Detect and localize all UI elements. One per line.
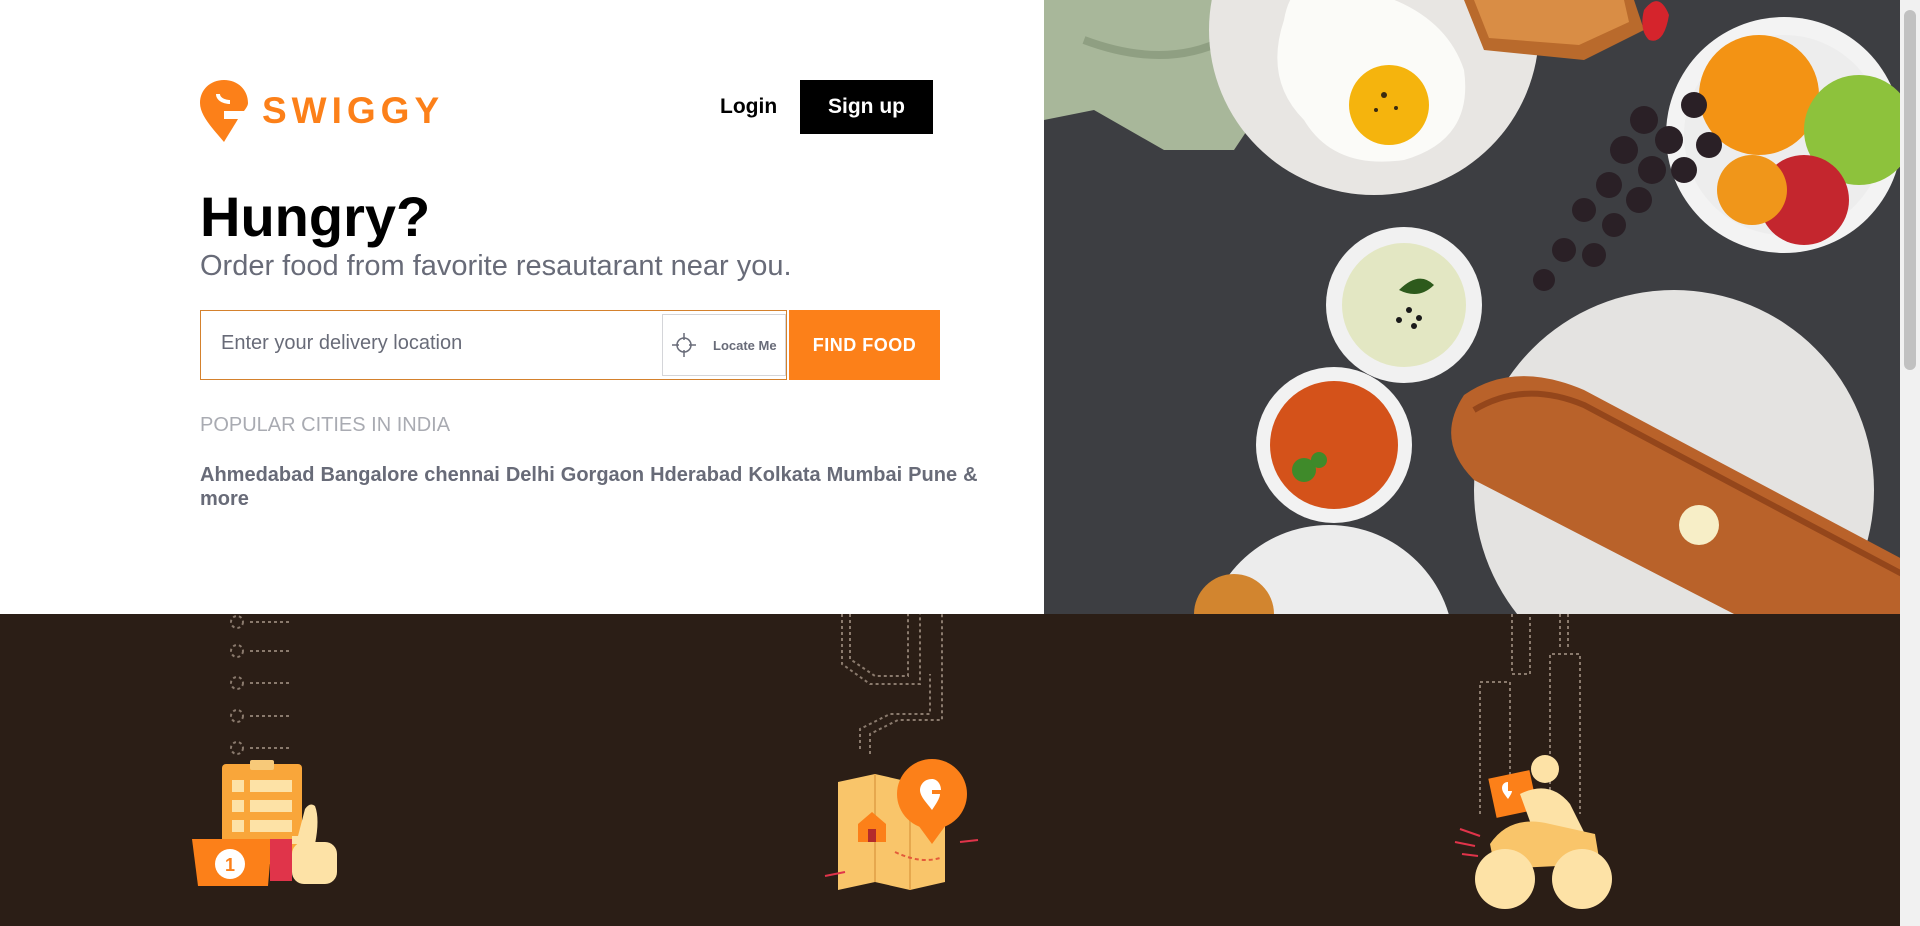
map-location-icon [824, 614, 979, 890]
food-illustration [1044, 0, 1900, 614]
city-link[interactable]: Gorgaon [561, 464, 644, 486]
location-search-box: Locate Me [200, 310, 787, 380]
swiggy-logo[interactable]: SWIGGY [200, 80, 444, 142]
hero-food-image [1044, 0, 1900, 614]
city-link[interactable]: Ahmedabad [200, 464, 314, 486]
locate-me-button[interactable]: Locate Me [662, 314, 786, 376]
delivery-location-input[interactable] [219, 331, 653, 356]
city-link[interactable]: Hderabad [650, 464, 742, 486]
login-link[interactable]: Login [720, 95, 777, 119]
order-thumbs-up-icon: 1 [192, 615, 337, 886]
city-link[interactable]: Bangalore [320, 464, 418, 486]
find-food-button[interactable]: FIND FOOD [789, 310, 940, 380]
city-link[interactable]: chennai [424, 464, 500, 486]
features-section: 1 [0, 614, 1900, 926]
page-title: Hungry? [200, 185, 431, 248]
page-scrollbar[interactable] [1900, 0, 1920, 926]
svg-text:1: 1 [225, 855, 235, 875]
crosshair-icon [672, 333, 696, 357]
city-link[interactable]: Delhi [506, 464, 555, 486]
brand-name: SWIGGY [262, 90, 445, 131]
locate-me-label: Locate Me [713, 337, 777, 353]
hero-section: SWIGGY Login Sign up Hungry? Order food … [0, 0, 1044, 614]
signup-button[interactable]: Sign up [800, 80, 933, 134]
swiggy-logo-icon [200, 80, 248, 142]
popular-cities-list: Ahmedabad Bangalore chennai Delhi Gorgaon Hde… [200, 463, 978, 511]
page-subtitle: Order food from favorite resautarant nea… [200, 250, 792, 282]
city-link[interactable]: Kolkata [748, 464, 820, 486]
scrollbar-thumb[interactable] [1904, 10, 1916, 370]
popular-cities-title: POPULAR CITIES IN INDIA [200, 414, 451, 436]
delivery-scooter-icon [1454, 614, 1612, 909]
city-link[interactable]: Pune [908, 464, 957, 486]
city-link[interactable]: Mumbai [827, 464, 903, 486]
